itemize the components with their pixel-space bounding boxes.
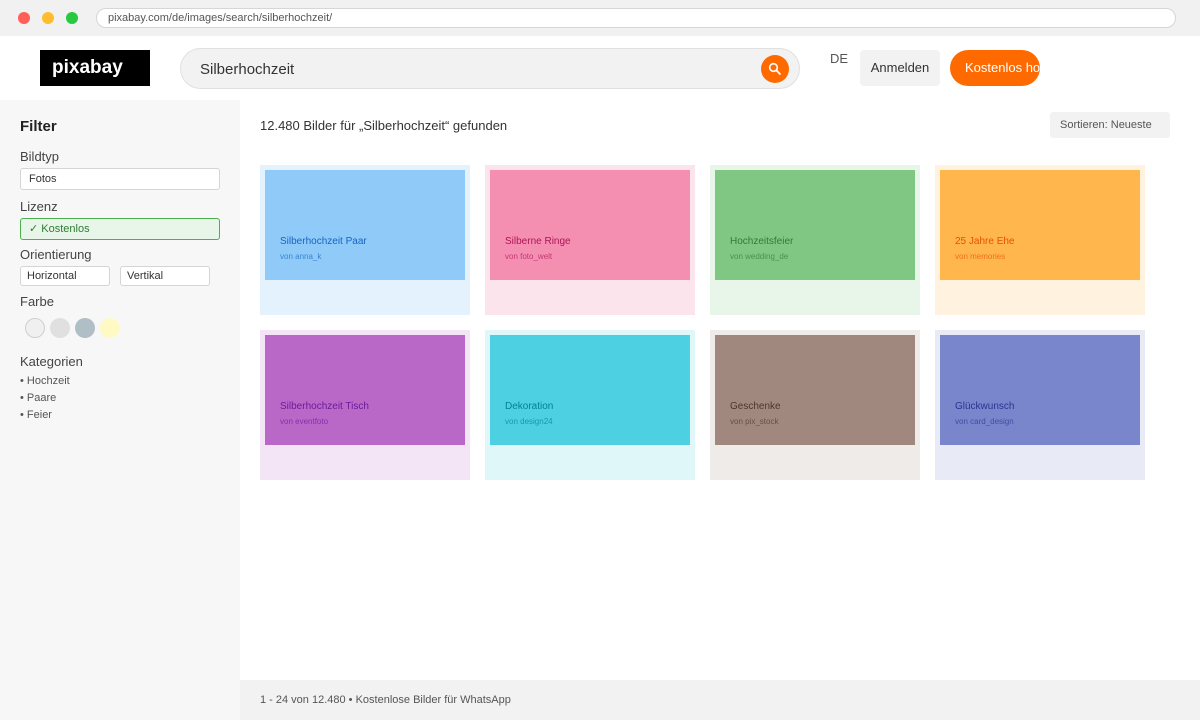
image-author[interactable]: von eventfoto bbox=[280, 417, 328, 426]
image-card[interactable]: Silberhochzeit Tisch von eventfoto bbox=[260, 330, 470, 480]
sort-dropdown[interactable]: Sortieren: Neueste bbox=[1050, 112, 1170, 138]
image-thumbnail[interactable] bbox=[715, 335, 915, 445]
image-card[interactable]: Silberne Ringe von foto_welt bbox=[485, 165, 695, 315]
browser-chrome: pixabay.com/de/images/search/silberhochz… bbox=[0, 0, 1200, 36]
image-title[interactable]: Silberhochzeit Paar bbox=[280, 236, 367, 247]
color-swatch-lightgray[interactable] bbox=[50, 318, 70, 338]
site-header: pixabay DE Anmelden Kostenlos hoc bbox=[0, 36, 1200, 100]
image-author[interactable]: von anna_k bbox=[280, 252, 321, 261]
filter-sidebar: Filter Bildtyp Fotos Lizenz ✓ Kostenlos … bbox=[0, 100, 240, 720]
lizenz-label: Lizenz bbox=[20, 199, 58, 214]
image-title[interactable]: Silberhochzeit Tisch bbox=[280, 401, 369, 412]
filter-heading: Filter bbox=[20, 118, 57, 135]
image-title[interactable]: Glückwunsch bbox=[955, 401, 1014, 412]
bildtyp-select[interactable]: Fotos bbox=[20, 168, 220, 190]
image-author[interactable]: von pix_stock bbox=[730, 417, 778, 426]
image-title[interactable]: Silberne Ringe bbox=[505, 236, 571, 247]
search-button[interactable] bbox=[761, 55, 789, 83]
image-author[interactable]: von wedding_de bbox=[730, 252, 788, 261]
farbe-label: Farbe bbox=[20, 294, 54, 309]
search-icon bbox=[768, 62, 781, 75]
color-swatch-white[interactable] bbox=[25, 318, 45, 338]
login-button[interactable]: Anmelden bbox=[860, 50, 940, 86]
lizenz-kostenlos-checkbox[interactable]: ✓ Kostenlos bbox=[20, 218, 220, 240]
result-count: 12.480 Bilder für „Silberhochzeit“ gefun… bbox=[260, 118, 508, 133]
image-author[interactable]: von memories bbox=[955, 252, 1005, 261]
results-area: 12.480 Bilder für „Silberhochzeit“ gefun… bbox=[240, 100, 1200, 680]
address-bar[interactable]: pixabay.com/de/images/search/silberhochz… bbox=[96, 8, 1176, 28]
minimize-window-button[interactable] bbox=[42, 12, 54, 24]
search-input[interactable] bbox=[200, 58, 740, 80]
search-bar bbox=[180, 48, 800, 89]
kategorien-label: Kategorien bbox=[20, 354, 83, 369]
image-thumbnail[interactable] bbox=[265, 170, 465, 280]
image-author[interactable]: von card_design bbox=[955, 417, 1014, 426]
image-author[interactable]: von design24 bbox=[505, 417, 553, 426]
pagination-footer: 1 - 24 von 12.480 • Kostenlose Bilder fü… bbox=[240, 680, 1200, 720]
orientierung-horizontal-button[interactable]: Horizontal bbox=[20, 266, 110, 286]
orientierung-label: Orientierung bbox=[20, 247, 92, 262]
image-title[interactable]: Hochzeitsfeier bbox=[730, 236, 793, 247]
image-card[interactable]: Silberhochzeit Paar von anna_k bbox=[260, 165, 470, 315]
orientierung-vertikal-button[interactable]: Vertikal bbox=[120, 266, 210, 286]
close-window-button[interactable] bbox=[18, 12, 30, 24]
image-thumbnail[interactable] bbox=[940, 335, 1140, 445]
bildtyp-label: Bildtyp bbox=[20, 149, 60, 164]
language-selector[interactable]: DE bbox=[830, 51, 848, 66]
image-card[interactable]: Glückwunsch von card_design bbox=[935, 330, 1145, 480]
category-item-paare[interactable]: • Paare bbox=[20, 392, 56, 404]
image-card[interactable]: Geschenke von pix_stock bbox=[710, 330, 920, 480]
image-thumbnail[interactable] bbox=[490, 335, 690, 445]
color-swatch-bluegray[interactable] bbox=[75, 318, 95, 338]
image-thumbnail[interactable] bbox=[265, 335, 465, 445]
image-title[interactable]: Geschenke bbox=[730, 401, 781, 412]
image-thumbnail[interactable] bbox=[940, 170, 1140, 280]
image-title[interactable]: Dekoration bbox=[505, 401, 553, 412]
maximize-window-button[interactable] bbox=[66, 12, 78, 24]
image-card[interactable]: Hochzeitsfeier von wedding_de bbox=[710, 165, 920, 315]
image-thumbnail[interactable] bbox=[490, 170, 690, 280]
category-item-feier[interactable]: • Feier bbox=[20, 409, 52, 421]
pixabay-logo[interactable]: pixabay bbox=[40, 50, 150, 86]
image-thumbnail[interactable] bbox=[715, 170, 915, 280]
image-author[interactable]: von foto_welt bbox=[505, 252, 552, 261]
image-card[interactable]: Dekoration von design24 bbox=[485, 330, 695, 480]
category-item-hochzeit[interactable]: • Hochzeit bbox=[20, 375, 70, 387]
image-title[interactable]: 25 Jahre Ehe bbox=[955, 236, 1015, 247]
image-card[interactable]: 25 Jahre Ehe von memories bbox=[935, 165, 1145, 315]
color-swatch-yellow[interactable] bbox=[100, 318, 120, 338]
join-button[interactable]: Kostenlos hoc bbox=[950, 50, 1040, 86]
